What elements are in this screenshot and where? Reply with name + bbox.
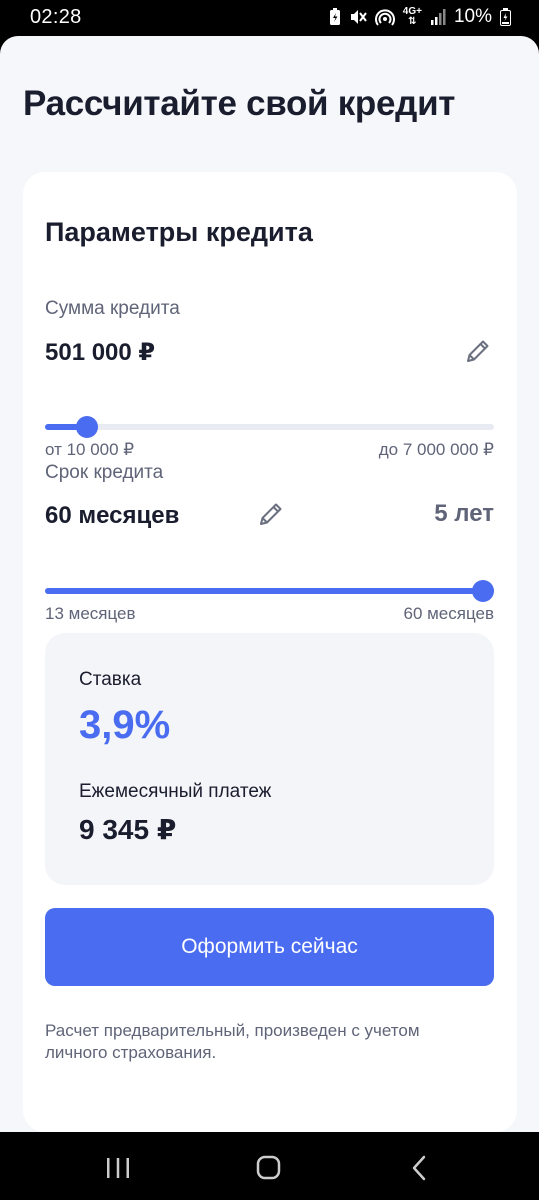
loan-amount-slider-thumb[interactable] xyxy=(76,416,98,438)
status-bar: 02:28 4G+ ⇅ 10% xyxy=(0,0,539,36)
rate-value: 3,9% xyxy=(79,703,171,747)
monthly-payment-value: 9 345 ₽ xyxy=(79,814,177,845)
status-time: 02:28 xyxy=(30,6,82,28)
loan-amount-max: до 7 000 000 ₽ xyxy=(378,440,494,459)
loan-term-min: 13 месяцев xyxy=(45,604,136,623)
hotspot-icon xyxy=(374,9,395,26)
loan-term-value: 60 месяцев xyxy=(45,502,180,529)
back-icon[interactable] xyxy=(405,1154,435,1182)
loan-term-slider-thumb[interactable] xyxy=(472,580,494,602)
mute-icon xyxy=(350,10,367,24)
network-type: 4G+ xyxy=(402,6,422,17)
loan-term-slider-fill xyxy=(45,588,494,594)
apply-now-button[interactable]: Оформить сейчас xyxy=(45,908,494,986)
battery-percent: 10% xyxy=(453,6,492,27)
loan-term-max: 60 месяцев xyxy=(403,604,494,623)
loan-parameters-card: Параметры кредита Сумма кредита 501 000 … xyxy=(23,172,517,1132)
loan-amount-label: Сумма кредита xyxy=(45,298,180,319)
monthly-payment-label: Ежемесячный платеж xyxy=(79,781,272,802)
network-icon: 4G+ ⇅ xyxy=(402,6,422,27)
edit-amount-pencil-icon[interactable] xyxy=(463,336,493,366)
rate-label: Ставка xyxy=(79,669,142,690)
app-screen: Рассчитайте свой кредит Параметры кредит… xyxy=(0,36,539,1132)
battery-icon xyxy=(500,8,511,26)
edit-term-pencil-icon[interactable] xyxy=(256,499,286,529)
loan-amount-value: 501 000 ₽ xyxy=(45,339,156,366)
battery-saver-icon xyxy=(329,8,340,25)
recent-apps-icon[interactable] xyxy=(103,1154,133,1182)
card-title: Параметры кредита xyxy=(45,217,313,247)
loan-amount-slider[interactable] xyxy=(45,416,494,438)
loan-term-label: Срок кредита xyxy=(45,462,164,483)
page-title: Рассчитайте свой кредит xyxy=(23,84,456,123)
loan-amount-min: от 10 000 ₽ xyxy=(45,440,135,459)
home-icon[interactable] xyxy=(254,1154,284,1182)
system-nav-bar xyxy=(0,1132,539,1200)
signal-icon xyxy=(430,9,446,25)
loan-term-years: 5 лет xyxy=(434,500,494,527)
disclaimer-text: Расчет предварительный, произведен с уче… xyxy=(45,1021,420,1062)
loan-term-slider[interactable] xyxy=(45,580,494,602)
status-icons: 4G+ ⇅ 10% xyxy=(329,6,511,28)
calculation-result-box: Ставка 3,9% Ежемесячный платеж 9 345 ₽ xyxy=(45,633,494,885)
